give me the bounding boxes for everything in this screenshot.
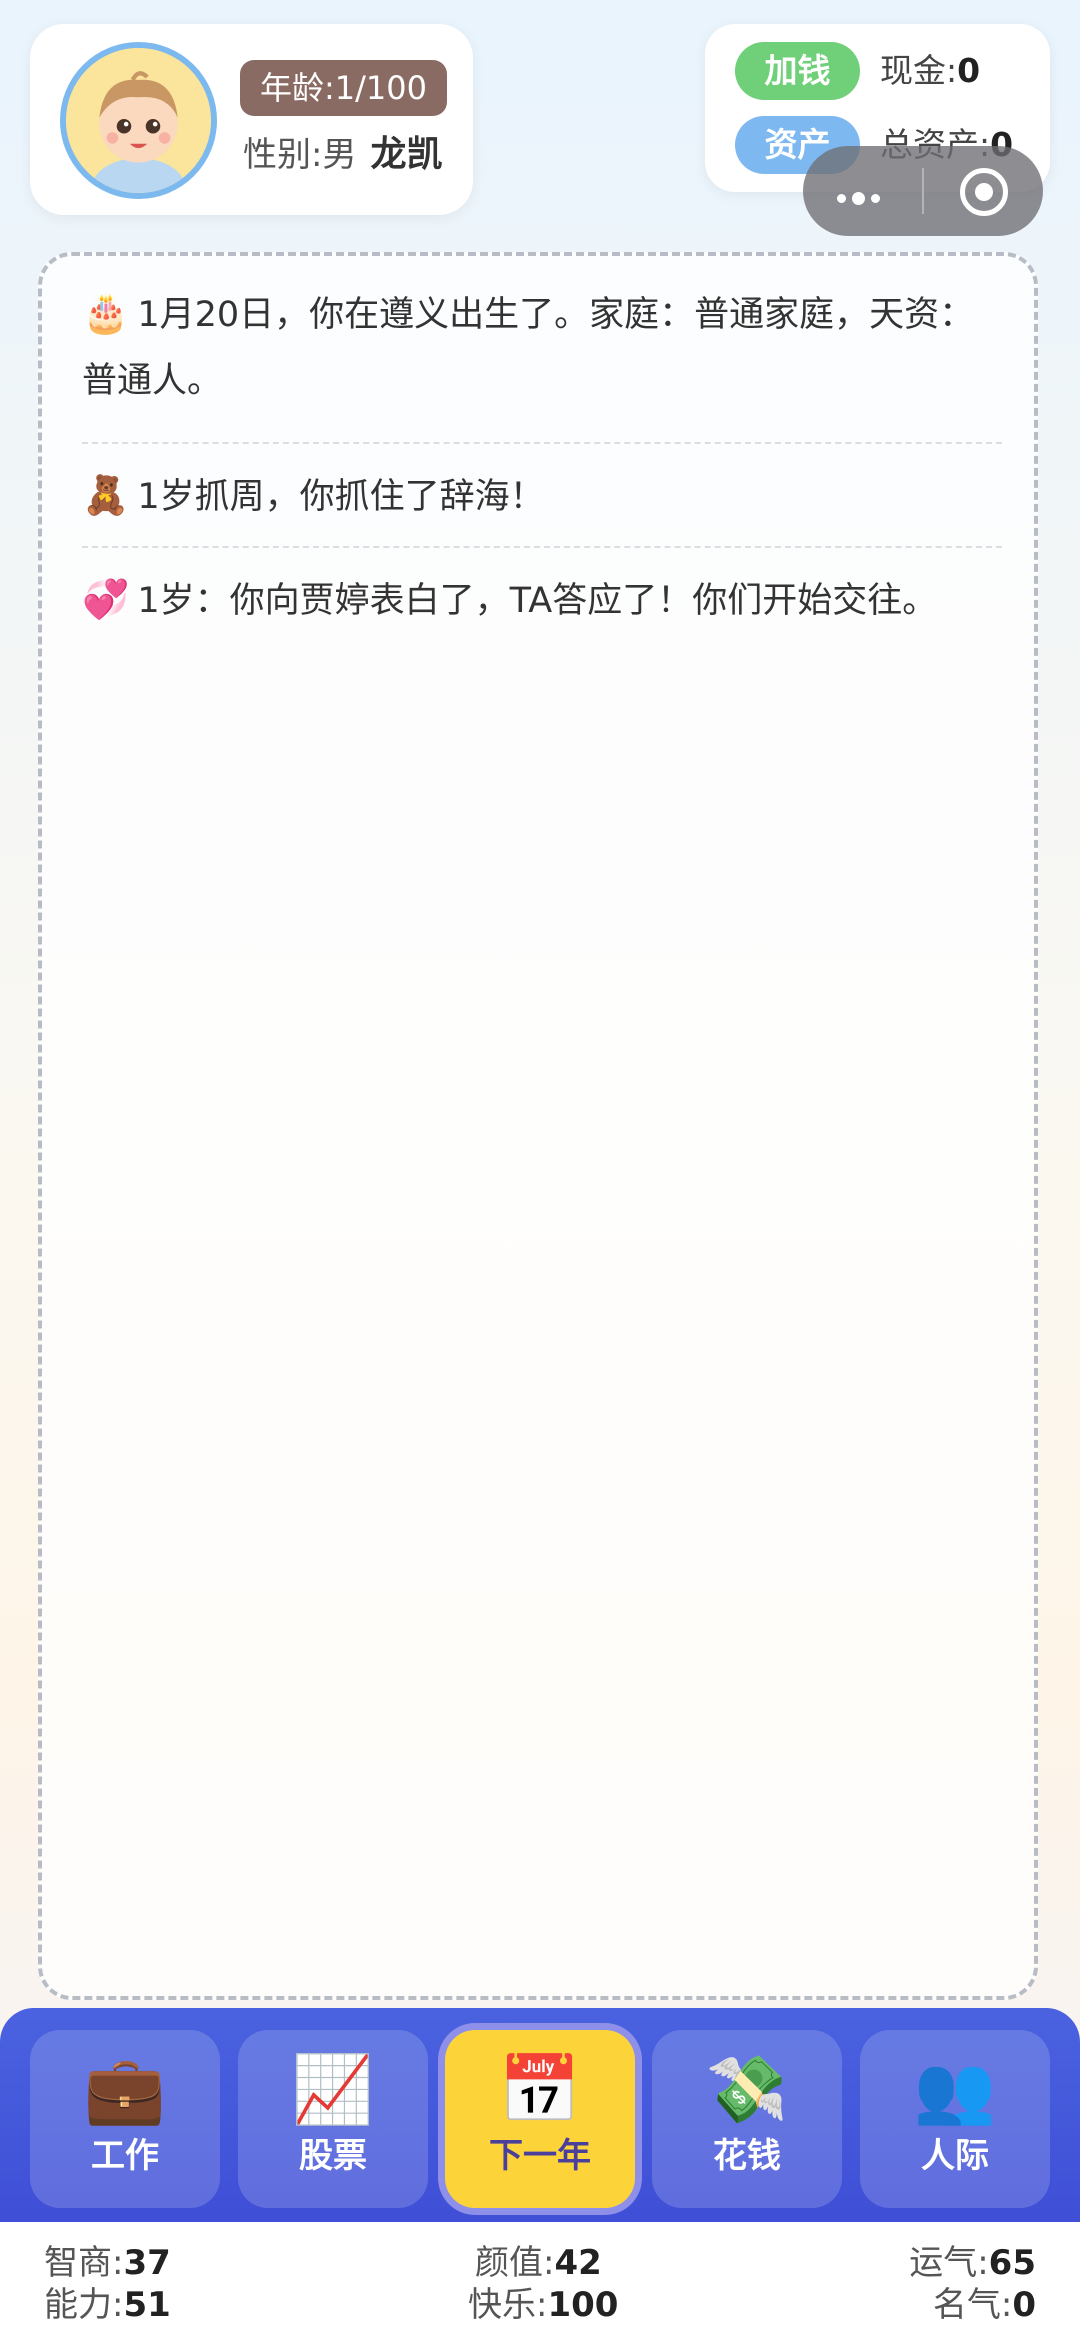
baby-avatar[interactable] [60,42,217,199]
social-button[interactable]: 👥 人际 [860,2030,1050,2208]
stats-panel: 智商:37 能力:51 颜值:42 快乐:100 运气:65 名气:0 [0,2222,1080,2352]
stat-happiness-value: 100 [547,2285,619,2325]
log-entry: 🎂 1月20日，你在遵义出生了。家庭：普通家庭，天资：普通人。 [82,280,1002,414]
social-label: 人际 [921,2136,989,2176]
two-hearts-icon: 💞 [82,577,130,621]
log-entry: 💞 1岁：你向贾婷表白了，TA答应了！你们开始交往。 [82,566,1002,634]
people-icon: 👥 [913,2051,997,2128]
gender-row: 性别:男 龙凯 [243,126,442,184]
profile-card: 年龄:1/100 性别:男 龙凯 [30,24,473,215]
log-text: 1月20日，你在遵义出生了。家庭：普通家庭，天资：普通人。 [82,295,975,401]
log-text: 1岁：你向贾婷表白了，TA答应了！你们开始交往。 [137,581,938,621]
target-circle-icon [960,168,1008,216]
log-text: 1岁抓周，你抓住了辞海！ [137,477,545,517]
stocks-label: 股票 [299,2136,367,2176]
calendar-icon: 📅 [498,2051,582,2128]
teddy-bear-icon: 🧸 [82,473,130,517]
close-miniprogram-button[interactable] [924,146,1043,236]
work-button[interactable]: 💼 工作 [30,2030,220,2208]
player-name: 龙凯 [370,134,443,175]
stat-iq-label: 智商: [44,2243,124,2283]
stat-ability: 能力:51 [44,2284,171,2326]
cash-display: 现金:0 [880,42,980,100]
briefcase-icon: 💼 [83,2051,167,2128]
stat-fame-label: 名气: [932,2285,1013,2325]
stat-ability-value: 51 [123,2285,171,2325]
stocks-button[interactable]: 📈 股票 [238,2030,428,2208]
stat-fame-value: 0 [1012,2285,1036,2325]
work-label: 工作 [91,2136,159,2176]
stat-looks: 颜值:42 [475,2242,602,2284]
next-year-label: 下一年 [489,2136,591,2176]
stat-luck-label: 运气: [909,2243,989,2283]
more-options-button[interactable] [803,146,922,236]
stat-looks-label: 颜值: [475,2243,555,2283]
bottom-action-bar: 💼 工作 📈 股票 📅 下一年 💸 花钱 👥 人际 [0,2008,1080,2222]
stat-looks-value: 42 [554,2243,602,2283]
money-wings-icon: 💸 [705,2051,789,2128]
miniprogram-capsule [803,146,1043,236]
stat-iq-value: 37 [123,2243,171,2283]
age-badge: 年龄:1/100 [240,60,448,116]
gender-label: 性别:男 [243,135,357,175]
log-divider [82,442,1002,444]
next-year-button[interactable]: 📅 下一年 [445,2030,635,2208]
stat-luck: 运气:65 [909,2242,1036,2284]
stat-ability-label: 能力: [44,2285,124,2325]
stat-fame: 名气:0 [933,2284,1036,2326]
event-log[interactable]: 🎂 1月20日，你在遵义出生了。家庭：普通家庭，天资：普通人。 🧸 1岁抓周，你抓住… [38,252,1038,2000]
spend-money-label: 花钱 [713,2136,781,2176]
stat-iq: 智商:37 [44,2242,171,2284]
baby-face-icon [66,48,211,193]
log-entry: 🧸 1岁抓周，你抓住了辞海！ [82,462,1002,530]
add-money-button[interactable]: 加钱 [735,42,860,100]
cash-value: 0 [957,51,981,90]
more-dots-icon [837,188,886,207]
stat-luck-value: 65 [988,2243,1036,2283]
cash-label: 现金: [880,51,958,90]
spend-money-button[interactable]: 💸 花钱 [652,2030,842,2208]
log-divider [82,546,1002,548]
stat-happiness: 快乐:100 [468,2284,618,2326]
stat-happiness-label: 快乐: [468,2285,548,2325]
chart-up-icon: 📈 [291,2051,375,2128]
birthday-cake-icon: 🎂 [82,291,130,335]
